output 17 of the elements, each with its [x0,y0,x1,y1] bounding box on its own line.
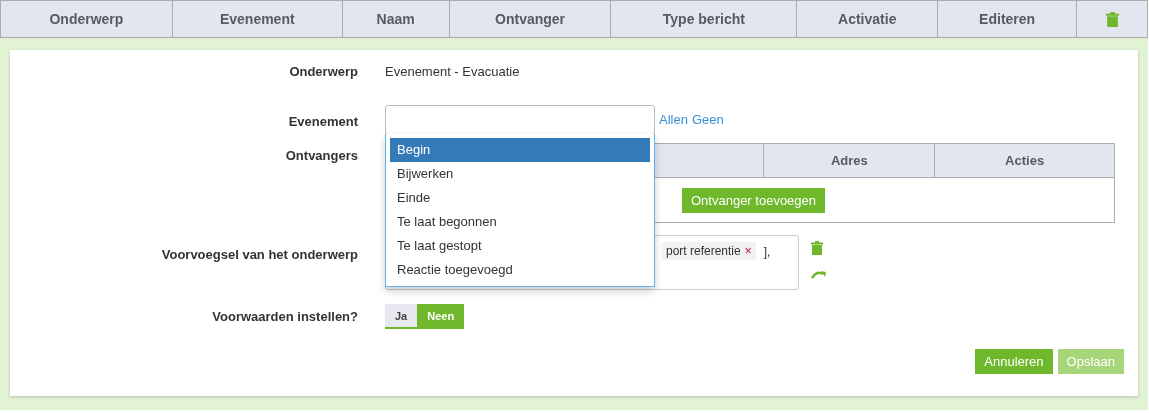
column-header: Naam [376,11,415,27]
subject-value: Evenement - Evacuatie [385,64,520,79]
field-label: Voorwaarden instellen? [211,309,359,324]
column-header: Activatie [838,11,897,27]
column-header: Acties [934,144,1114,177]
column-header: Adres [763,144,935,177]
column-header: Type bericht [662,11,745,27]
prefix-tag: port referentie × [662,242,756,260]
field-label: Voorvoegsel van het onderwerp [160,246,359,262]
field-label: Ontvangers [284,147,359,163]
column-header: Ontvanger [495,11,566,27]
field-label: Evenement [287,113,359,129]
column-header: Evenement [219,11,295,27]
column-header: Editeren [979,11,1036,27]
column-header: Onderwerp [49,11,124,27]
prefix-text: ], [763,245,771,259]
field-label: Onderwerp [288,64,359,79]
